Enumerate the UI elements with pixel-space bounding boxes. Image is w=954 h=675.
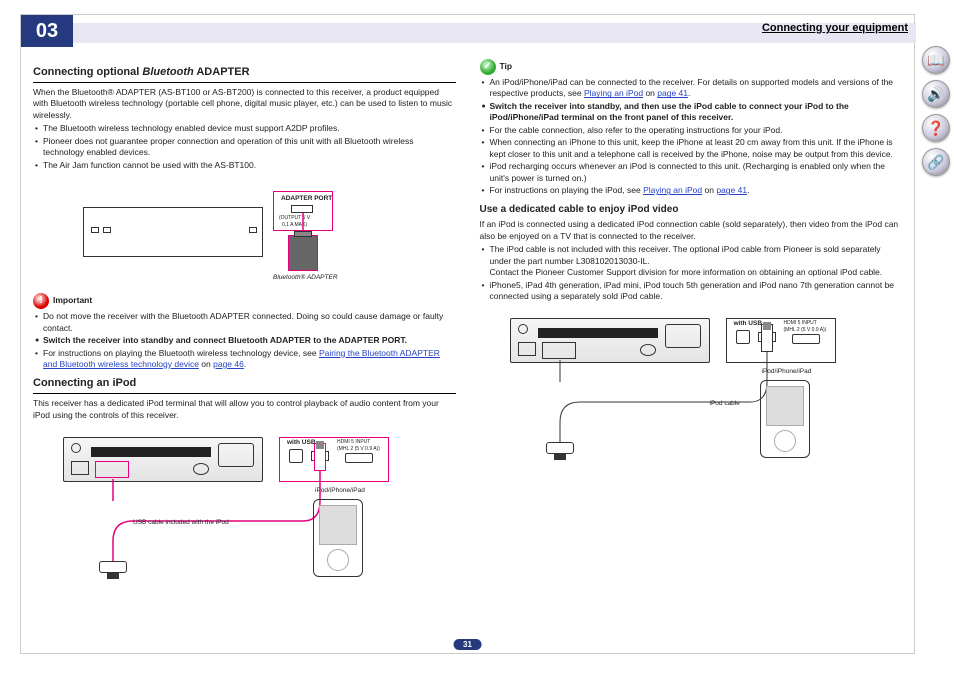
help-icon[interactable]: ❓ <box>922 114 950 142</box>
list-item: When connecting an iPhone to this unit, … <box>480 137 903 160</box>
text: Contact the Pioneer Customer Support div… <box>490 267 883 277</box>
important-heading: ! Important <box>33 293 456 309</box>
heading-bluetooth: Connecting optional Bluetooth ADAPTER <box>33 65 456 83</box>
text: ADAPTER <box>194 66 250 78</box>
speaker-icon[interactable]: 🔊 <box>922 80 950 108</box>
text: The iPod cable is not included with this… <box>490 244 881 265</box>
page-frame: 03 Connecting your equipment Connecting … <box>20 14 915 654</box>
ipod-label-2: iPod/iPhone/iPad <box>762 368 812 377</box>
page-number: 31 <box>453 639 482 650</box>
text: An iPod/iPhone/iPad can be connected to … <box>490 77 894 98</box>
list-item: The Bluetooth wireless technology enable… <box>33 123 456 134</box>
list-item: Pioneer does not guarantee proper connec… <box>33 136 456 159</box>
text: For instructions on playing the Bluetoot… <box>43 348 319 358</box>
hdmi-small-label-2: HDMI 5 INPUT (MHL 2 (5 V 0.9 A)) <box>784 320 827 334</box>
text: For instructions on playing the iPod, se… <box>490 185 644 195</box>
breadcrumb: Connecting your equipment <box>762 22 908 34</box>
ipod-cable-label: iPod cable <box>710 400 740 409</box>
important-label: Important <box>53 295 92 306</box>
list-item: For instructions on playing the iPod, se… <box>480 185 903 196</box>
hdmi-small-label: HDMI 5 INPUT (MHL 2 (5 V 0.9 A)) <box>337 439 380 453</box>
list-item: The iPod cable is not included with this… <box>480 244 903 278</box>
list-item: An iPod/iPhone/iPad can be connected to … <box>480 77 903 100</box>
diagram-ipod-connection: with USB HDMI 5 INPUT (MHL 2 (5 V 0.9 A)… <box>63 427 423 587</box>
link-playing-ipod-2[interactable]: Playing an iPod <box>643 185 702 195</box>
paragraph: When the Bluetooth® ADAPTER (AS-BT100 or… <box>33 87 456 121</box>
text: on <box>702 185 716 195</box>
text: . <box>747 185 749 195</box>
right-column: ✓ Tip An iPod/iPhone/iPad can be connect… <box>480 59 903 633</box>
text: Connecting optional <box>33 66 142 78</box>
important-icon: ! <box>33 293 49 309</box>
sidebar-nav: 📖 🔊 ❓ 🔗 <box>922 40 954 182</box>
list-item: Do not move the receiver with the Blueto… <box>33 311 456 334</box>
adapter-port-label: ADAPTER PORT <box>281 195 332 204</box>
link-page41-2[interactable]: page 41 <box>716 185 747 195</box>
usb-caption: USB cable included with the iPod <box>133 519 229 528</box>
paragraph: If an iPod is connected using a dedicate… <box>480 219 903 242</box>
text: . <box>244 359 246 369</box>
tip-label: Tip <box>500 61 513 72</box>
link-page41-1[interactable]: page 41 <box>657 88 688 98</box>
network-icon[interactable]: 🔗 <box>922 148 950 176</box>
paragraph: This receiver has a dedicated iPod termi… <box>33 398 456 421</box>
list-item-bold: Switch the receiver into standby, and th… <box>480 101 903 124</box>
link-playing-ipod-1[interactable]: Playing an iPod <box>584 88 643 98</box>
diagram-bluetooth-adapter: ADAPTER PORT (OUTPUT 5 V 0.1 A MAX) Blue… <box>83 177 383 287</box>
text: on <box>199 359 213 369</box>
list-item: For the cable connection, also refer to … <box>480 125 903 136</box>
list-item: iPhone5, iPad 4th generation, iPad mini,… <box>480 280 903 303</box>
heading-ipod: Connecting an iPod <box>33 376 456 394</box>
list-item-bold: Switch the receiver into standby and con… <box>33 335 456 346</box>
adapter-caption: Bluetooth® ADAPTER <box>273 274 338 283</box>
usb-small-label: with USB <box>287 439 316 448</box>
book-icon[interactable]: 📖 <box>922 46 950 74</box>
tip-heading: ✓ Tip <box>480 59 903 75</box>
list-item: For instructions on playing the Bluetoot… <box>33 348 456 371</box>
text: on <box>643 88 657 98</box>
chapter-badge: 03 <box>21 15 73 47</box>
link-page46[interactable]: page 46 <box>213 359 244 369</box>
left-column: Connecting optional Bluetooth ADAPTER Wh… <box>33 59 456 633</box>
usb-small-label-2: with USB <box>734 320 763 329</box>
list-item: iPod recharging occurs whenever an iPod … <box>480 161 903 184</box>
tip-icon: ✓ <box>480 59 496 75</box>
heading-ipod-video: Use a dedicated cable to enjoy iPod vide… <box>480 203 903 217</box>
list-item: The Air Jam function cannot be used with… <box>33 160 456 171</box>
text: . <box>688 88 690 98</box>
ipod-label: iPod/iPhone/iPad <box>315 487 365 496</box>
text-em: Bluetooth <box>142 66 193 78</box>
diagram-ipod-video: with USB HDMI 5 INPUT (MHL 2 (5 V 0.9 A)… <box>510 308 870 468</box>
